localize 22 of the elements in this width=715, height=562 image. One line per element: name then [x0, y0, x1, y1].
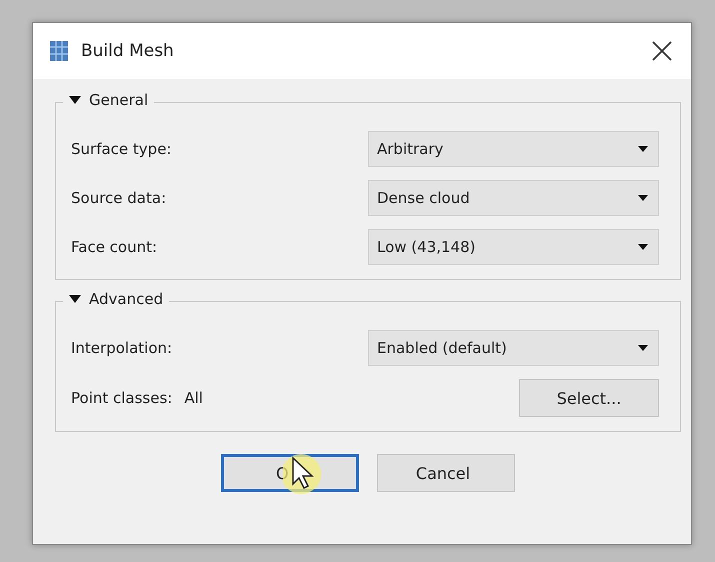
dropdown[interactable]: Low (43,148) [368, 229, 659, 265]
field-label: Source data: [71, 189, 166, 207]
field-label: Surface type: [71, 140, 172, 158]
window-title: Build Mesh [81, 41, 175, 61]
dropdown[interactable]: Enabled (default) [368, 330, 659, 366]
group-title[interactable]: Advanced [89, 290, 164, 308]
dropdown-arrow-icon [638, 244, 648, 250]
field-value: All [184, 389, 203, 407]
dropdown-arrow-icon [638, 195, 648, 201]
group-title[interactable]: General [89, 91, 148, 109]
dropdown[interactable]: Dense cloud [368, 180, 659, 216]
expanded-triangle-icon[interactable] [69, 294, 81, 304]
dialog-button[interactable]: Cancel [377, 454, 515, 492]
field-label: Face count: [71, 238, 158, 256]
dropdown[interactable]: Arbitrary [368, 131, 659, 167]
select-button[interactable]: Select... [519, 379, 659, 417]
field-label: Point classes: [71, 389, 172, 407]
expanded-triangle-icon[interactable] [69, 95, 81, 105]
dropdown-arrow-icon [638, 146, 648, 152]
dropdown-arrow-icon [638, 345, 648, 351]
field-label: Interpolation: [71, 339, 172, 357]
mesh-app-icon [49, 40, 69, 62]
